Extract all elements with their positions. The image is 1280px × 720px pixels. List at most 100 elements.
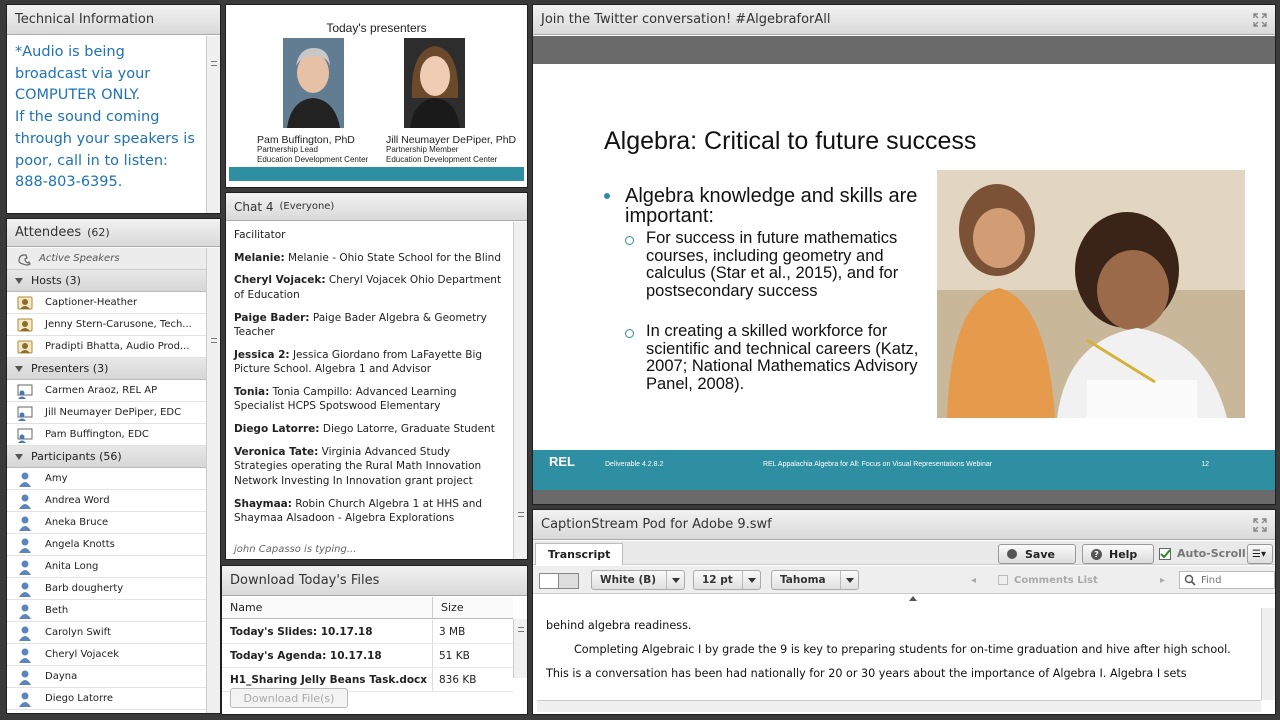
participant-icon (19, 472, 31, 487)
attendee-row[interactable]: Beth (7, 600, 206, 622)
font-size-dropdown[interactable]: 12 pt (693, 570, 761, 590)
chat-message: Cheryl Vojacek: Cheryl Vojacek Ohio Depa… (234, 273, 505, 302)
comments-list-label: Comments List (1014, 574, 1098, 586)
attendee-name: Amy (45, 473, 68, 484)
attendee-name: Beth (45, 605, 69, 616)
font-size-value: 12 pt (702, 574, 733, 586)
attendee-row[interactable]: Captioner-Heather (7, 292, 206, 314)
prev-icon[interactable]: ◂ (971, 575, 976, 586)
menu-button[interactable]: ☰▾ (1247, 544, 1273, 564)
chevron-down-icon (671, 577, 680, 583)
chat-text: Facilitator (234, 229, 286, 241)
technical-info-line: broadcast via your (15, 65, 151, 82)
group-hosts[interactable]: Hosts (3) (7, 270, 206, 292)
group-label: Participants (56) (31, 450, 122, 463)
collapse-arrow-icon[interactable] (909, 596, 917, 601)
expand-icon[interactable] (1253, 13, 1267, 27)
chat-message: Jessica 2: Jessica Giordano from LaFayet… (234, 348, 505, 377)
checkbox-checked-icon[interactable] (1159, 547, 1171, 560)
group-presenters[interactable]: Presenters (3) (7, 358, 206, 380)
triangle-down-icon[interactable] (15, 365, 23, 372)
save-button[interactable]: Save (998, 544, 1076, 564)
chat-message: Melanie: Melanie - Ohio State School for… (234, 251, 505, 266)
find-input[interactable] (1201, 574, 1271, 586)
attendee-name: Captioner-Heather (45, 297, 138, 308)
presenter-icon (17, 428, 33, 443)
caption-pod: CaptionStream Pod for Adobe 9.swf Transc… (532, 509, 1276, 715)
downloads-scrollbar[interactable] (513, 619, 527, 678)
participant-icon (19, 670, 31, 685)
transcript-scrollbar[interactable] (1261, 608, 1275, 700)
transcript-hscrollbar[interactable] (537, 700, 1261, 712)
download-files-button[interactable]: Download File(s) (230, 688, 348, 708)
next-icon[interactable]: ▸ (1160, 575, 1165, 586)
chat-sender: Cheryl Vojacek: (234, 274, 326, 287)
column-size-header[interactable]: Size (433, 601, 464, 614)
technical-info-pod: Technical Information *Audio is being bro… (6, 4, 221, 214)
find-box[interactable] (1179, 571, 1275, 589)
attendee-row[interactable]: Aneka Bruce (7, 512, 206, 534)
host-icon (17, 318, 33, 331)
attendee-row[interactable]: Cheryl Vojacek (7, 644, 206, 666)
tab-transcript[interactable]: Transcript (535, 543, 624, 565)
expand-icon[interactable] (1253, 518, 1267, 532)
file-row[interactable]: Today's Agenda: 10.17.18 51 KB (222, 644, 513, 668)
attendees-scrollbar[interactable] (206, 248, 220, 713)
slide-footer-deliverable: Deliverable 4.2.8.2 (605, 461, 664, 468)
autoscroll-toggle[interactable]: Auto-Scroll (1159, 547, 1246, 560)
file-row[interactable]: Today's Slides: 10.17.18 3 MB (222, 620, 513, 644)
comments-list-control[interactable]: ◂ Comments List ▸ (971, 571, 1165, 589)
attendee-row[interactable]: Carolyn Swift (7, 622, 206, 644)
presenter-2-name: Jill Neumayer DePiper, PhD (386, 134, 517, 146)
sub-bullet-ring (625, 329, 634, 338)
downloads-pod: Download Today's Files Name Size Today's… (221, 565, 528, 715)
rel-logo: REL (549, 454, 575, 469)
presenter-2-org: Education Development Center (386, 155, 498, 164)
comments-checkbox[interactable] (998, 575, 1009, 585)
participant-icon (19, 516, 31, 531)
search-icon (1184, 574, 1196, 586)
attendee-row[interactable]: Jill Neumayer DePiper, EDC (7, 402, 206, 424)
color-dropdown[interactable]: White (B) (591, 570, 685, 590)
attendee-row[interactable]: Andrea Word (7, 490, 206, 512)
presenter-2-role: Partnership Member (386, 145, 459, 154)
transcript-text: behind algebra readiness. Completing Alg… (546, 614, 1247, 686)
active-speakers-row[interactable]: Active Speakers (7, 248, 206, 270)
attendee-row[interactable]: Pam Buffington, EDC (7, 424, 206, 446)
participant-icon (19, 494, 31, 509)
attendee-name: Cheryl Vojacek (45, 649, 119, 660)
layout-toggle[interactable] (539, 573, 579, 589)
attendee-row[interactable]: Dayna (7, 666, 206, 688)
triangle-down-icon[interactable] (15, 277, 23, 284)
technical-info-line: *Audio is being (15, 44, 125, 60)
downloads-header: Name Size (222, 597, 513, 619)
attendees-pod: Attendees (62) Active Speakers Hosts (3)… (6, 218, 221, 714)
help-button[interactable]: ? Help (1082, 544, 1154, 564)
chat-title-label: Chat 4 (234, 199, 274, 214)
chat-pod: Chat 4 (Everyone) Facilitator Melanie: Me… (225, 192, 528, 560)
attendee-row[interactable]: Carmen Araoz, REL AP (7, 380, 206, 402)
chevron-down-icon (845, 577, 854, 583)
font-dropdown[interactable]: Tahoma (771, 570, 859, 590)
triangle-down-icon[interactable] (15, 453, 23, 460)
attendee-row[interactable]: Pradipti Bhatta, Audio Prod... (7, 336, 206, 358)
attendee-row[interactable]: Anita Long (7, 556, 206, 578)
host-icon (17, 296, 33, 309)
presenter-photo-jill (404, 38, 465, 128)
attendee-row[interactable]: Jenny Stern-Carusone, Tech... (7, 314, 206, 336)
technical-info-scrollbar[interactable] (206, 36, 220, 213)
main-pod-title: Join the Twitter conversation! #Algebraf… (533, 5, 1275, 35)
attendee-row[interactable]: Angela Knotts (7, 534, 206, 556)
technical-info-line: through your speakers is (15, 130, 195, 147)
attendee-row[interactable]: Diego Latorre (7, 688, 206, 710)
help-label: Help (1109, 547, 1138, 561)
group-participants[interactable]: Participants (56) (7, 446, 206, 468)
chat-message: Paige Bader: Paige Bader Algebra & Geome… (234, 311, 505, 340)
chevron-down-icon (747, 577, 756, 583)
attendee-row[interactable]: Barb dougherty (7, 578, 206, 600)
file-name: Today's Slides: 10.17.18 (222, 620, 433, 643)
column-name-header[interactable]: Name (222, 597, 433, 618)
attendee-row[interactable]: Amy (7, 468, 206, 490)
caption-toolbar: White (B) 12 pt Tahoma ◂ Comments List ▸ (533, 566, 1275, 594)
chat-scrollbar[interactable] (513, 222, 527, 559)
